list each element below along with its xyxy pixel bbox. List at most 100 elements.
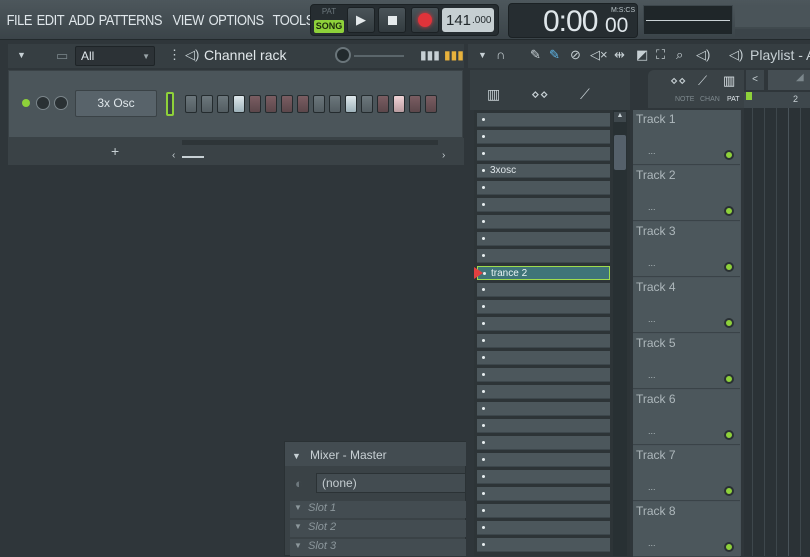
stop-button[interactable]: [378, 7, 406, 33]
step-button[interactable]: [425, 95, 437, 113]
pattern-item[interactable]: [477, 113, 610, 127]
step-button[interactable]: [217, 95, 229, 113]
step-button[interactable]: [233, 95, 245, 113]
pattern-item[interactable]: [477, 181, 610, 195]
scroll-up-icon[interactable]: ▲: [614, 112, 626, 122]
track-header[interactable]: Track 3...: [633, 222, 740, 277]
pattern-item[interactable]: [477, 470, 610, 484]
pencil-icon[interactable]: ✎: [530, 47, 541, 63]
play-button[interactable]: ▶: [347, 7, 375, 33]
step-button[interactable]: [313, 95, 325, 113]
playback-icon[interactable]: ◁): [696, 47, 710, 63]
pattern-item[interactable]: [477, 232, 610, 246]
channel-icon[interactable]: ⟋: [698, 73, 707, 89]
channel-pan-knob[interactable]: [54, 96, 68, 110]
channel-filter-select[interactable]: All ▼: [75, 46, 155, 66]
pattern-item[interactable]: [477, 368, 610, 382]
pattern-item[interactable]: 3xosc: [477, 164, 610, 178]
pattern-item[interactable]: [477, 538, 610, 552]
pattern-item[interactable]: [477, 487, 610, 501]
mixer-slot[interactable]: ▼ Slot 1: [290, 501, 466, 518]
pattern-item[interactable]: [477, 351, 610, 365]
track-mute-led[interactable]: [724, 262, 734, 272]
step-button[interactable]: [361, 95, 373, 113]
pattern-item[interactable]: [477, 147, 610, 161]
track-mute-led[interactable]: [724, 318, 734, 328]
pattern-item[interactable]: [477, 436, 610, 450]
step-button[interactable]: [345, 95, 357, 113]
track-header[interactable]: Track 8...: [633, 502, 740, 557]
speaker-icon[interactable]: ◐: [295, 476, 303, 491]
menu-edit[interactable]: EDIT: [34, 12, 67, 29]
pattern-item[interactable]: [477, 504, 610, 518]
options-icon[interactable]: ⋮: [168, 47, 181, 63]
step-button[interactable]: [377, 95, 389, 113]
step-button[interactable]: [409, 95, 421, 113]
pattern-item[interactable]: [477, 130, 610, 144]
magnet-icon[interactable]: ∩: [496, 47, 505, 62]
track-mute-led[interactable]: [724, 486, 734, 496]
time-unit-label[interactable]: M:S:CS: [611, 7, 635, 14]
note-icon[interactable]: ⋄⋄: [670, 73, 686, 89]
pat-song-toggle[interactable]: PAT SONG: [314, 7, 344, 34]
pattern-item[interactable]: [477, 198, 610, 212]
track-header[interactable]: Track 2...: [633, 166, 740, 221]
pattern-item[interactable]: [477, 419, 610, 433]
track-mute-led[interactable]: [724, 430, 734, 440]
pattern-item[interactable]: [477, 334, 610, 348]
swing-knob[interactable]: [335, 47, 351, 63]
audio-icon[interactable]: ⋄⋄: [531, 86, 549, 103]
mixer-preset-select[interactable]: (none): [316, 473, 466, 493]
channel-rack-scrollbar[interactable]: [182, 140, 438, 145]
track-header[interactable]: Track 1...: [633, 110, 740, 165]
pattern-item[interactable]: [477, 521, 610, 535]
automation-icon[interactable]: ⟋: [580, 86, 590, 103]
graph-icon[interactable]: ▮▮▮: [420, 48, 440, 62]
track-mute-led[interactable]: [724, 374, 734, 384]
pat-mode-label[interactable]: PAT: [314, 7, 344, 19]
mixer-slot[interactable]: ▼ Slot 2: [290, 520, 466, 537]
pattern-item[interactable]: [477, 300, 610, 314]
mixer-slot[interactable]: ▼ Slot 3: [290, 539, 466, 556]
step-button[interactable]: [201, 95, 213, 113]
song-mode-label[interactable]: SONG: [314, 20, 344, 33]
record-button[interactable]: [411, 7, 439, 33]
step-button[interactable]: [297, 95, 309, 113]
menu-add[interactable]: ADD: [66, 12, 97, 29]
channel-mute-led[interactable]: [22, 99, 30, 107]
step-sequencer-icon[interactable]: ▮▮▮: [444, 48, 464, 62]
channel-volume-knob[interactable]: [36, 96, 50, 110]
mute-icon[interactable]: ◁×: [590, 47, 608, 63]
select-icon[interactable]: ⛶: [656, 47, 665, 63]
track-header[interactable]: Track 5...: [633, 334, 740, 389]
track-mute-led[interactable]: [724, 542, 734, 552]
paint-icon[interactable]: ✎: [549, 47, 560, 63]
menu-file[interactable]: FILE: [4, 12, 35, 29]
track-mute-led[interactable]: [724, 150, 734, 160]
pattern-item[interactable]: [477, 453, 610, 467]
slip-icon[interactable]: ⇹: [614, 47, 625, 63]
delete-icon[interactable]: ⊘: [570, 47, 581, 63]
tab-note[interactable]: NOTE: [675, 96, 694, 103]
slice-icon[interactable]: ◩: [636, 47, 648, 63]
add-channel-button[interactable]: +: [111, 143, 119, 159]
pattern-item[interactable]: [477, 402, 610, 416]
track-header[interactable]: Track 7...: [633, 446, 740, 501]
pattern-item[interactable]: [477, 215, 610, 229]
step-button[interactable]: [393, 95, 405, 113]
swing-slider[interactable]: [354, 55, 404, 57]
resize-icon[interactable]: ◢: [796, 72, 804, 83]
channel-button-3x-osc[interactable]: 3x Osc: [75, 90, 157, 117]
channel-rack-scroll-thumb[interactable]: [182, 156, 204, 158]
track-mute-led[interactable]: [724, 206, 734, 216]
menu-view[interactable]: VIEW: [170, 12, 206, 29]
step-button[interactable]: [265, 95, 277, 113]
scroll-left-icon[interactable]: ‹: [172, 150, 175, 161]
pattern-item[interactable]: [477, 385, 610, 399]
step-button[interactable]: [249, 95, 261, 113]
step-button[interactable]: [281, 95, 293, 113]
tab-pat[interactable]: PAT: [727, 96, 740, 103]
track-header[interactable]: Track 4...: [633, 278, 740, 333]
pattern-item[interactable]: [477, 317, 610, 331]
tab-chan[interactable]: CHAN: [700, 96, 720, 103]
